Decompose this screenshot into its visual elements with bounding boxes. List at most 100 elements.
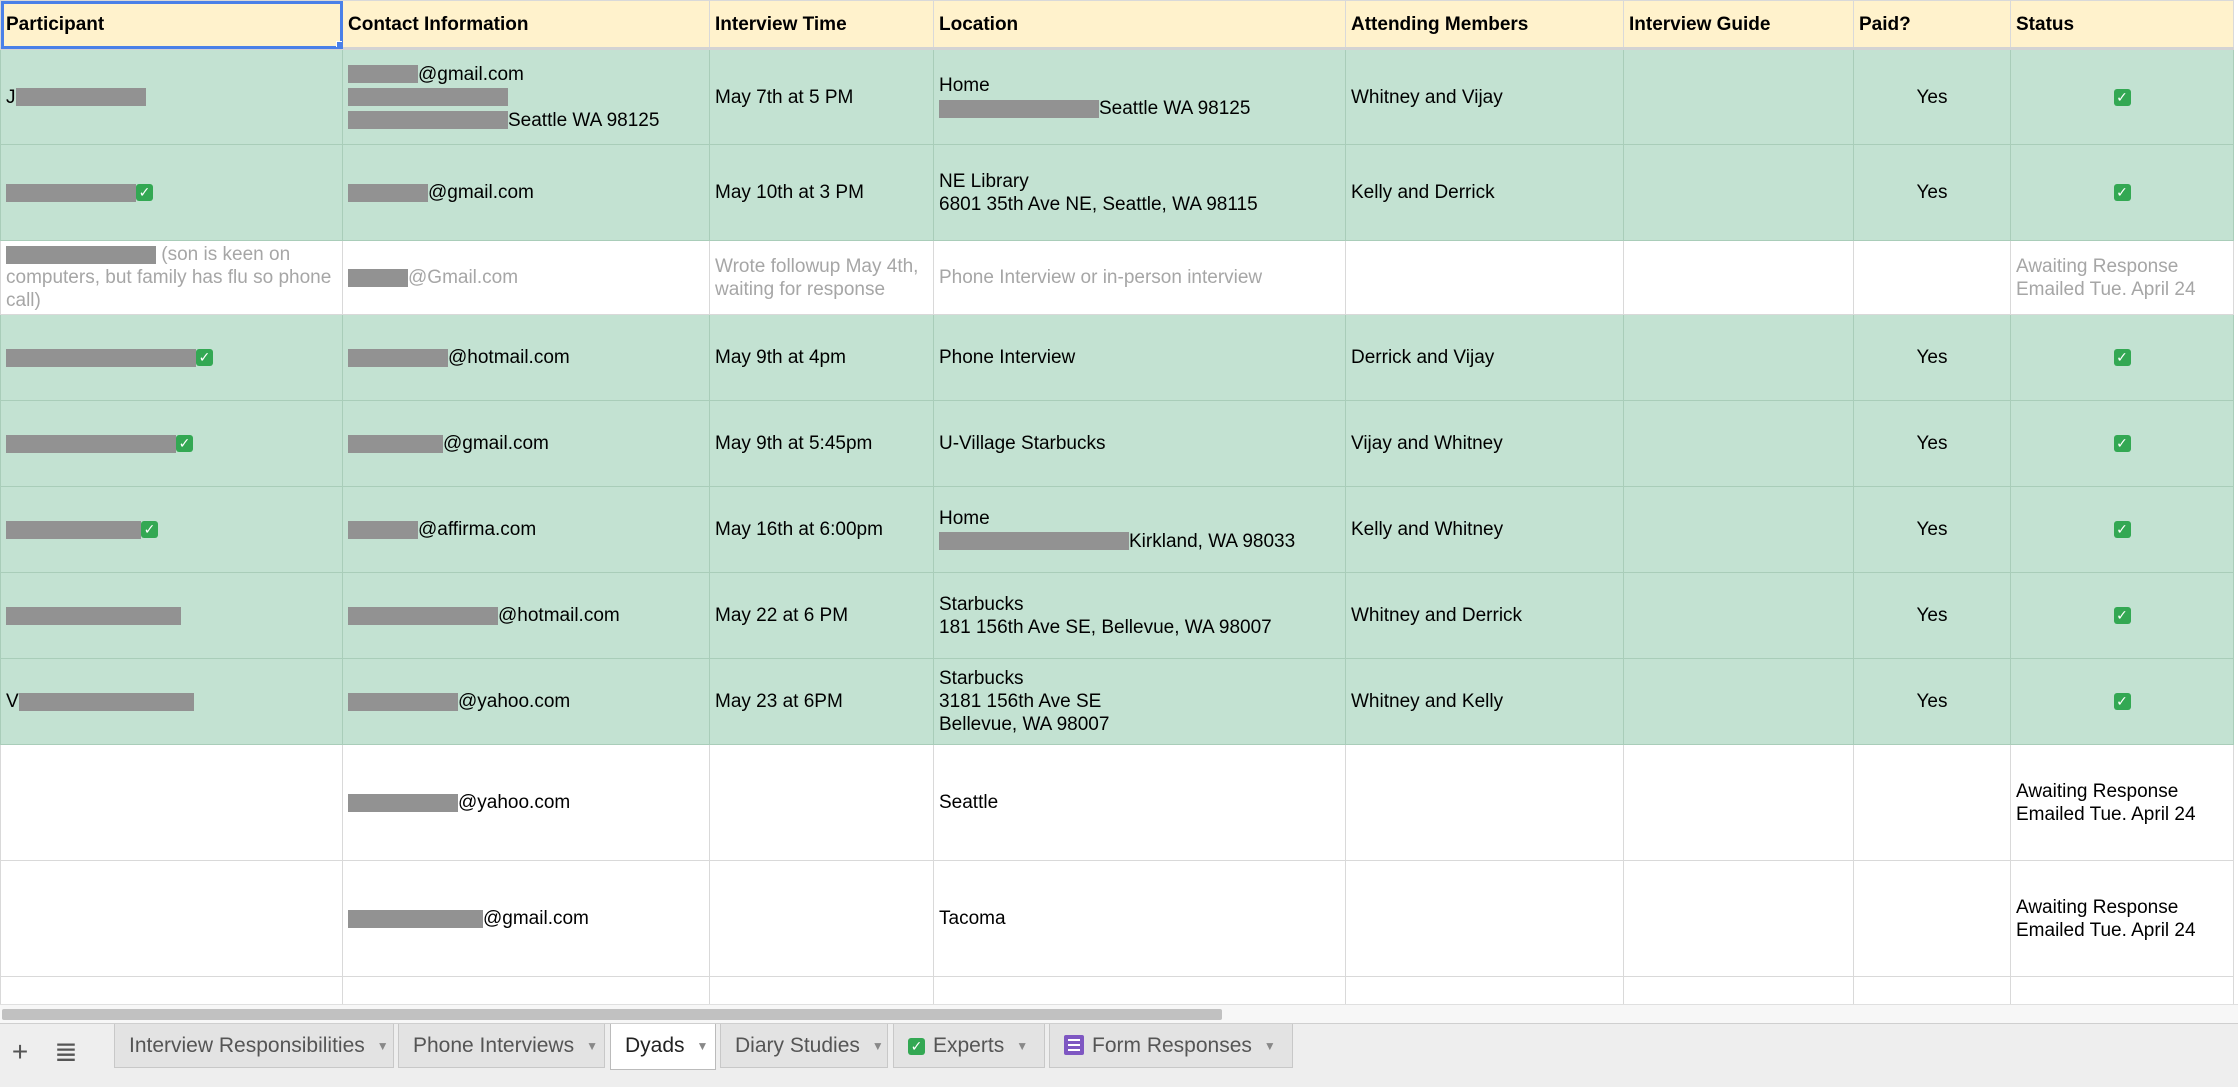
sheet-tab-form-responses[interactable]: Form Responses ▼ bbox=[1049, 1024, 1293, 1068]
empty-cell[interactable] bbox=[933, 976, 1346, 1006]
cell-status[interactable]: ✓ bbox=[2010, 314, 2234, 401]
sheet-tab-dyads[interactable]: Dyads ▼ bbox=[610, 1024, 716, 1070]
add-sheet-button[interactable]: + bbox=[0, 1032, 40, 1072]
cell-participant[interactable]: (son is keen on computers, but family ha… bbox=[0, 240, 343, 315]
cell-location[interactable]: Starbucks 181 156th Ave SE, Bellevue, WA … bbox=[933, 572, 1346, 659]
empty-cell[interactable] bbox=[2010, 976, 2234, 1006]
cell-location[interactable]: Home Kirkland, WA 98033 bbox=[933, 486, 1346, 573]
header-interview-time[interactable]: Interview Time bbox=[709, 0, 934, 50]
sheet-tab-diary-studies[interactable]: Diary Studies ▼ bbox=[720, 1024, 888, 1068]
cell-attending-members[interactable]: Whitney and Vijay bbox=[1345, 48, 1624, 145]
cell-interview-guide[interactable] bbox=[1623, 48, 1854, 145]
cell-participant[interactable]: V bbox=[0, 658, 343, 745]
selection-handle[interactable] bbox=[336, 41, 342, 46]
cell-paid[interactable]: Yes bbox=[1853, 144, 2011, 241]
cell-participant[interactable] bbox=[0, 744, 343, 861]
all-sheets-button[interactable]: ≣ bbox=[46, 1032, 86, 1072]
cell-contact[interactable]: @yahoo.com bbox=[342, 744, 710, 861]
cell-paid[interactable]: Yes bbox=[1853, 48, 2011, 145]
cell-contact[interactable]: @gmail.com bbox=[342, 400, 710, 487]
horizontal-scrollbar[interactable] bbox=[0, 1004, 2238, 1023]
cell-interview-guide[interactable] bbox=[1623, 144, 1854, 241]
cell-interview-time[interactable] bbox=[709, 860, 934, 977]
cell-contact[interactable]: @yahoo.com bbox=[342, 658, 710, 745]
cell-contact[interactable]: @affirma.com bbox=[342, 486, 710, 573]
cell-interview-time[interactable]: May 9th at 5:45pm bbox=[709, 400, 934, 487]
cell-attending-members[interactable]: Whitney and Kelly bbox=[1345, 658, 1624, 745]
cell-paid[interactable] bbox=[1853, 240, 2011, 315]
cell-attending-members[interactable]: Derrick and Vijay bbox=[1345, 314, 1624, 401]
cell-paid[interactable] bbox=[1853, 860, 2011, 977]
cell-participant[interactable]: ✓ bbox=[0, 314, 343, 401]
header-paid[interactable]: Paid? bbox=[1853, 0, 2011, 50]
cell-paid[interactable]: Yes bbox=[1853, 572, 2011, 659]
cell-attending-members[interactable] bbox=[1345, 240, 1624, 315]
cell-interview-guide[interactable] bbox=[1623, 744, 1854, 861]
cell-interview-time[interactable]: May 16th at 6:00pm bbox=[709, 486, 934, 573]
cell-contact[interactable]: @gmail.com Seattle WA 98125 bbox=[342, 48, 710, 145]
empty-cell[interactable] bbox=[709, 976, 934, 1006]
scrollbar-thumb[interactable] bbox=[2, 1009, 1222, 1020]
cell-location[interactable]: Phone Interview bbox=[933, 314, 1346, 401]
cell-participant[interactable]: ✓ bbox=[0, 486, 343, 573]
cell-status[interactable]: ✓ bbox=[2010, 658, 2234, 745]
cell-location[interactable]: Tacoma bbox=[933, 860, 1346, 977]
cell-interview-guide[interactable] bbox=[1623, 314, 1854, 401]
cell-interview-time[interactable]: May 23 at 6PM bbox=[709, 658, 934, 745]
cell-paid[interactable]: Yes bbox=[1853, 314, 2011, 401]
sheet-tab-interview-responsibilities[interactable]: Interview Responsibilities ▼ bbox=[114, 1024, 394, 1068]
cell-interview-guide[interactable] bbox=[1623, 486, 1854, 573]
cell-interview-time[interactable] bbox=[709, 744, 934, 861]
empty-cell[interactable] bbox=[1623, 976, 1854, 1006]
cell-participant[interactable] bbox=[0, 572, 343, 659]
cell-paid[interactable]: Yes bbox=[1853, 400, 2011, 487]
cell-interview-time[interactable]: May 9th at 4pm bbox=[709, 314, 934, 401]
chevron-down-icon[interactable]: ▼ bbox=[586, 1039, 598, 1053]
cell-status[interactable]: Awaiting Response Emailed Tue. April 24 bbox=[2010, 860, 2234, 977]
sheet-tab-experts[interactable]: ✓ Experts ▼ bbox=[893, 1024, 1045, 1068]
cell-attending-members[interactable] bbox=[1345, 860, 1624, 977]
chevron-down-icon[interactable]: ▼ bbox=[1016, 1039, 1028, 1053]
empty-cell[interactable] bbox=[1853, 976, 2011, 1006]
cell-contact[interactable]: @Gmail.com bbox=[342, 240, 710, 315]
header-contact[interactable]: Contact Information bbox=[342, 0, 710, 50]
cell-attending-members[interactable]: Kelly and Whitney bbox=[1345, 486, 1624, 573]
cell-interview-time[interactable]: May 7th at 5 PM bbox=[709, 48, 934, 145]
cell-location[interactable]: Starbucks 3181 156th Ave SE Bellevue, WA 9… bbox=[933, 658, 1346, 745]
cell-location[interactable]: NE Library 6801 35th Ave NE, Seattle, WA … bbox=[933, 144, 1346, 241]
cell-paid[interactable]: Yes bbox=[1853, 658, 2011, 745]
chevron-down-icon[interactable]: ▼ bbox=[1264, 1039, 1276, 1053]
cell-attending-members[interactable] bbox=[1345, 744, 1624, 861]
cell-interview-guide[interactable] bbox=[1623, 240, 1854, 315]
cell-status[interactable]: ✓ bbox=[2010, 400, 2234, 487]
cell-location[interactable]: Home Seattle WA 98125 bbox=[933, 48, 1346, 145]
cell-participant[interactable] bbox=[0, 860, 343, 977]
header-location[interactable]: Location bbox=[933, 0, 1346, 50]
cell-interview-time[interactable]: May 22 at 6 PM bbox=[709, 572, 934, 659]
cell-contact[interactable]: @hotmail.com bbox=[342, 572, 710, 659]
header-status[interactable]: Status bbox=[2010, 0, 2234, 50]
empty-cell[interactable] bbox=[342, 976, 710, 1006]
header-participant[interactable]: Participant bbox=[0, 0, 343, 50]
cell-participant[interactable]: J bbox=[0, 48, 343, 145]
header-interview-guide[interactable]: Interview Guide bbox=[1623, 0, 1854, 50]
cell-contact[interactable]: @hotmail.com bbox=[342, 314, 710, 401]
cell-interview-guide[interactable] bbox=[1623, 860, 1854, 977]
cell-location[interactable]: Phone Interview or in-person interview bbox=[933, 240, 1346, 315]
cell-attending-members[interactable]: Kelly and Derrick bbox=[1345, 144, 1624, 241]
sheet-tab-phone-interviews[interactable]: Phone Interviews ▼ bbox=[398, 1024, 605, 1068]
cell-status[interactable]: ✓ bbox=[2010, 48, 2234, 145]
cell-status[interactable]: ✓ bbox=[2010, 144, 2234, 241]
cell-interview-time[interactable]: Wrote followup May 4th, waiting for resp… bbox=[709, 240, 934, 315]
cell-contact[interactable]: @gmail.com bbox=[342, 144, 710, 241]
cell-interview-time[interactable]: May 10th at 3 PM bbox=[709, 144, 934, 241]
cell-interview-guide[interactable] bbox=[1623, 400, 1854, 487]
empty-cell[interactable] bbox=[0, 976, 343, 1006]
cell-attending-members[interactable]: Vijay and Whitney bbox=[1345, 400, 1624, 487]
cell-attending-members[interactable]: Whitney and Derrick bbox=[1345, 572, 1624, 659]
cell-location[interactable]: Seattle bbox=[933, 744, 1346, 861]
cell-participant[interactable]: ✓ bbox=[0, 400, 343, 487]
cell-paid[interactable] bbox=[1853, 744, 2011, 861]
chevron-down-icon[interactable]: ▼ bbox=[377, 1039, 389, 1053]
cell-contact[interactable]: @gmail.com bbox=[342, 860, 710, 977]
